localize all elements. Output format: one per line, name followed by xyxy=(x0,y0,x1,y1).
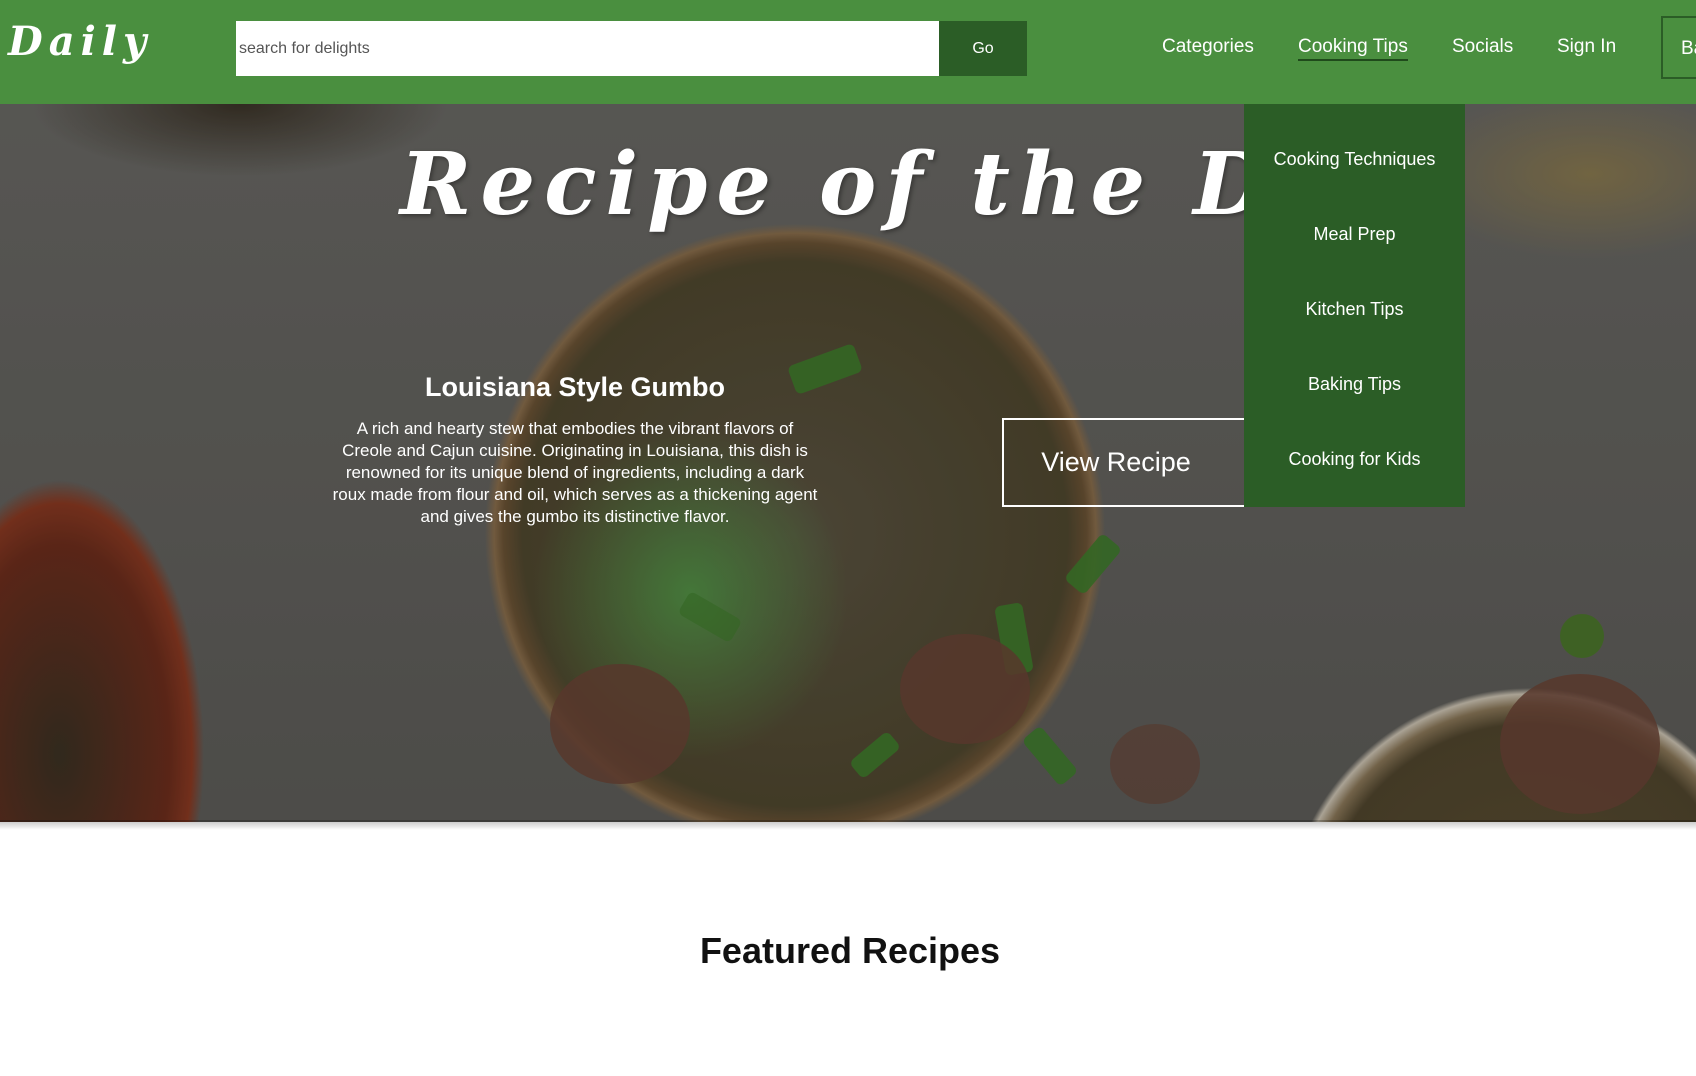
dropdown-item-meal-prep[interactable]: Meal Prep xyxy=(1244,205,1465,280)
hero-title: Recipe of the Day xyxy=(400,134,1401,235)
dropdown-item-cooking-techniques[interactable]: Cooking Techniques xyxy=(1244,130,1465,205)
recipe-description: A rich and hearty stew that embodies the… xyxy=(332,419,818,526)
nav-cut-off-button[interactable]: Ba xyxy=(1661,16,1696,79)
featured-recipes-heading: Featured Recipes xyxy=(699,930,1001,971)
nav-cooking-tips[interactable]: Cooking Tips xyxy=(1298,36,1408,61)
dropdown-item-cooking-for-kids[interactable]: Cooking for Kids xyxy=(1244,430,1465,505)
site-logo[interactable]: Daily xyxy=(8,18,152,65)
nav-sign-in[interactable]: Sign In xyxy=(1557,36,1616,58)
search-go-button[interactable]: Go xyxy=(939,21,1027,76)
recipe-name: Louisiana Style Gumbo xyxy=(424,372,726,402)
dropdown-item-kitchen-tips[interactable]: Kitchen Tips xyxy=(1244,280,1465,355)
search-input[interactable] xyxy=(236,21,939,76)
site-header: Daily Go Categories Cooking Tips Socials… xyxy=(0,0,1696,104)
nav-categories[interactable]: Categories xyxy=(1162,36,1254,58)
dropdown-item-baking-tips[interactable]: Baking Tips xyxy=(1244,355,1465,430)
view-recipe-button[interactable]: View Recipe xyxy=(1002,418,1270,507)
nav-socials[interactable]: Socials xyxy=(1452,36,1513,58)
cooking-tips-dropdown: Cooking Techniques Meal Prep Kitchen Tip… xyxy=(1244,104,1465,507)
hero-bottom-shadow xyxy=(0,820,1696,830)
